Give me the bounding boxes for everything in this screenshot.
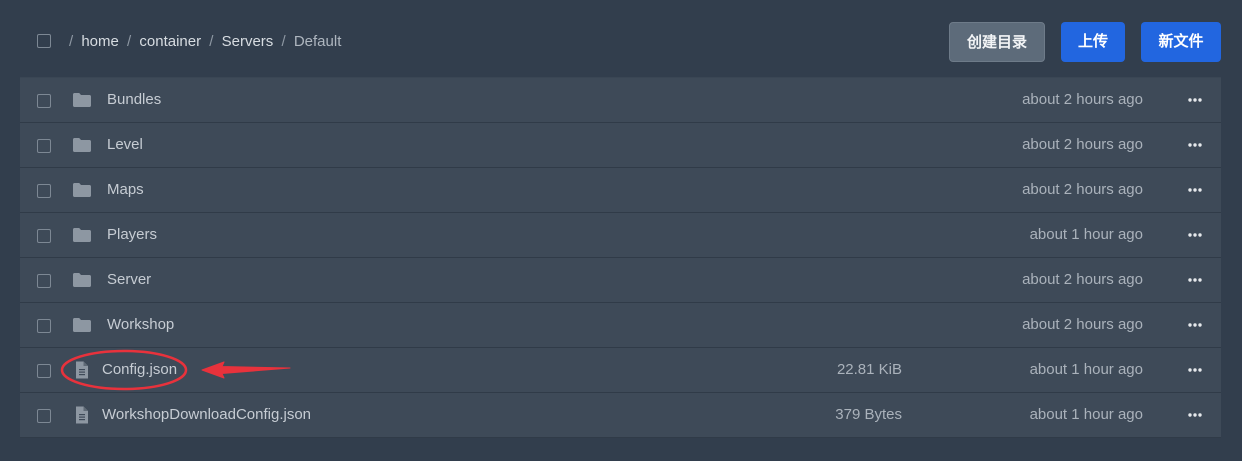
file-modified: about 2 hours ago	[1022, 271, 1143, 288]
folder-icon	[72, 271, 92, 289]
folder-row[interactable]: Players about 1 hour ago	[20, 212, 1221, 257]
breadcrumb: / home / container / Servers / Default	[69, 33, 341, 51]
file-list: Bundles about 2 hours ago Level about 2 hou…	[20, 77, 1221, 438]
folder-row[interactable]: Maps about 2 hours ago	[20, 167, 1221, 212]
file-modified: about 2 hours ago	[1022, 181, 1143, 198]
file-text-icon	[72, 361, 92, 379]
file-modified: about 2 hours ago	[1022, 91, 1143, 108]
more-horizontal-icon[interactable]	[1187, 90, 1203, 110]
file-modified: about 1 hour ago	[1029, 361, 1143, 378]
file-modified: about 2 hours ago	[1022, 136, 1143, 153]
breadcrumb-container[interactable]: container	[139, 33, 201, 50]
breadcrumb-servers[interactable]: Servers	[222, 33, 274, 50]
more-horizontal-icon[interactable]	[1187, 135, 1203, 155]
row-checkbox[interactable]	[37, 319, 51, 333]
more-horizontal-icon[interactable]	[1187, 360, 1203, 380]
new-file-button[interactable]: 新文件	[1141, 22, 1221, 62]
folder-row[interactable]: Server about 2 hours ago	[20, 257, 1221, 302]
folder-icon	[72, 136, 92, 154]
file-name[interactable]: Config.json	[102, 361, 177, 379]
row-checkbox[interactable]	[37, 364, 51, 378]
breadcrumb-default: Default	[293, 33, 342, 50]
row-checkbox[interactable]	[37, 409, 51, 423]
folder-icon	[72, 91, 92, 109]
breadcrumb-separator: /	[209, 33, 214, 50]
row-checkbox[interactable]	[37, 229, 51, 243]
breadcrumb-home[interactable]: home	[81, 33, 119, 50]
breadcrumb-separator: /	[69, 33, 74, 50]
select-all-checkbox[interactable]	[37, 34, 51, 48]
file-name[interactable]: Bundles	[107, 91, 161, 109]
file-manager-toolbar: / home / container / Servers / Default 创…	[0, 0, 1242, 78]
file-row[interactable]: Config.json 22.81 KiB about 1 hour ago	[20, 347, 1221, 392]
more-horizontal-icon[interactable]	[1187, 180, 1203, 200]
file-modified: about 1 hour ago	[1029, 406, 1143, 423]
row-checkbox[interactable]	[37, 184, 51, 198]
more-horizontal-icon[interactable]	[1187, 405, 1203, 425]
file-name[interactable]: Level	[107, 136, 143, 154]
file-name[interactable]: Players	[107, 226, 157, 244]
file-size: 22.81 KiB	[836, 361, 902, 378]
file-modified: about 1 hour ago	[1029, 226, 1143, 243]
row-checkbox[interactable]	[37, 94, 51, 108]
more-horizontal-icon[interactable]	[1187, 225, 1203, 245]
breadcrumb-separator: /	[127, 33, 132, 50]
more-horizontal-icon[interactable]	[1187, 270, 1203, 290]
folder-row[interactable]: Level about 2 hours ago	[20, 122, 1221, 167]
more-horizontal-icon[interactable]	[1187, 315, 1203, 335]
row-checkbox[interactable]	[37, 139, 51, 153]
file-name[interactable]: WorkshopDownloadConfig.json	[102, 406, 311, 424]
create-directory-button[interactable]: 创建目录	[949, 22, 1045, 62]
folder-row[interactable]: Workshop about 2 hours ago	[20, 302, 1221, 347]
folder-icon	[72, 181, 92, 199]
breadcrumb-separator: /	[281, 33, 286, 50]
file-row[interactable]: WorkshopDownloadConfig.json 379 Bytes abou…	[20, 392, 1221, 438]
file-text-icon	[72, 406, 92, 424]
file-modified: about 2 hours ago	[1022, 316, 1143, 333]
folder-icon	[72, 316, 92, 334]
folder-icon	[72, 226, 92, 244]
file-size: 379 Bytes	[835, 406, 902, 423]
upload-button[interactable]: 上传	[1061, 22, 1125, 62]
folder-row[interactable]: Bundles about 2 hours ago	[20, 77, 1221, 122]
file-name[interactable]: Server	[107, 271, 151, 289]
file-name[interactable]: Workshop	[107, 316, 174, 334]
file-name[interactable]: Maps	[107, 181, 144, 199]
row-checkbox[interactable]	[37, 274, 51, 288]
